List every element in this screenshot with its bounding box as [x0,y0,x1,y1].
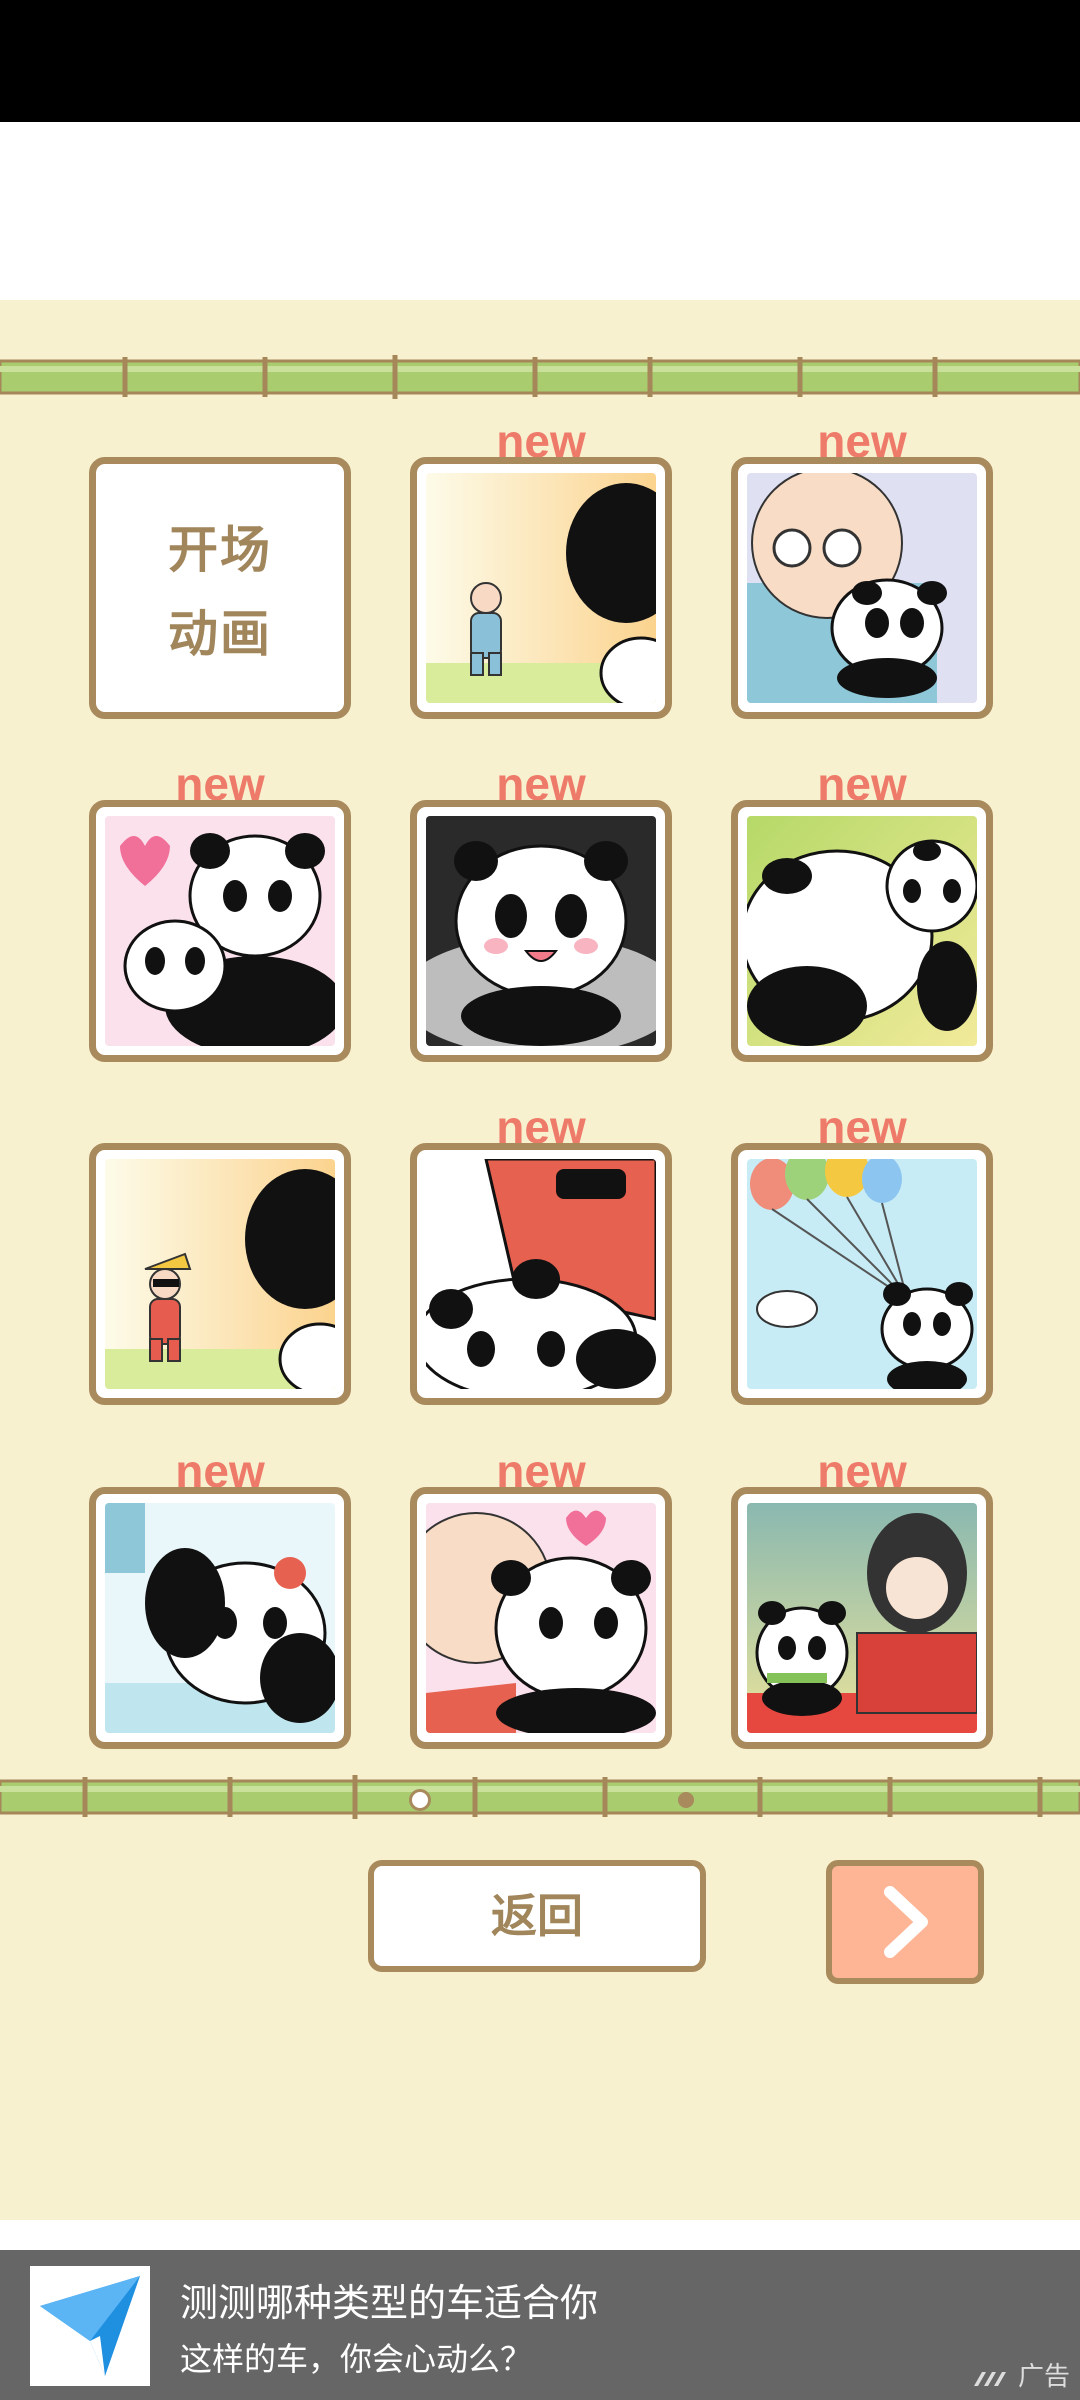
comic-panel-red-jacket-panda [426,1159,656,1389]
status-bar [0,0,1080,122]
next-page-button[interactable] [826,1860,984,1984]
gallery-tile-7[interactable] [89,1143,351,1405]
ad-banner[interactable]: 测测哪种类型的车适合你 这样的车，你会心动么？ 广告 [0,2250,1080,2400]
page-dot-1-active[interactable] [409,1789,431,1811]
intro-label-line2: 动画 [168,605,272,663]
gallery-tile-8[interactable] [410,1143,672,1405]
comic-panel-sunglasses-man-running [105,1159,335,1389]
intro-label-line1: 开场 [168,521,272,579]
comic-panel-crying-panda [105,1503,335,1733]
comic-panel-kiss-panda [426,1503,656,1733]
comic-panel-panda-hug-cub [105,816,335,1046]
gallery-tile-6[interactable] [731,800,993,1062]
gallery-tile-9[interactable] [731,1143,993,1405]
gallery-tile-12[interactable] [731,1487,993,1749]
comic-panel-pandas-on-grass [747,816,977,1046]
ad-source-icon [973,2371,1006,2386]
chevron-right-icon [884,1886,928,1958]
gallery-tile-11[interactable] [410,1487,672,1749]
ad-tag-label: 广告 [1017,2362,1070,2392]
ad-title: 测测哪种类型的车适合你 [180,2281,599,2325]
gallery-tile-3[interactable] [731,457,993,719]
gallery-tile-4[interactable] [89,800,351,1062]
gallery-tile-10[interactable] [89,1487,351,1749]
comic-panel-panda-in-pot [426,816,656,1046]
gallery-tile-intro[interactable]: 开场 动画 [89,457,351,719]
comic-panel-balloon-panda [747,1159,977,1389]
comic-panel-old-man-running [426,473,656,703]
comic-panel-kimono-girl-panda [747,1503,977,1733]
comic-panel-old-man-hug [747,473,977,703]
ad-tag: 广告 [972,2356,1070,2393]
gallery-tile-2[interactable] [410,457,672,719]
back-button[interactable]: 返回 [368,1860,706,1972]
bamboo-bottom-border [0,1775,1080,1819]
intro-label: 开场 动画 [96,508,344,676]
paper-plane-logo [30,2266,150,2386]
ad-top-spacer [0,2220,1080,2250]
page-dot-2[interactable] [678,1792,694,1808]
bamboo-top-border [0,355,1080,399]
ad-subtitle: 这样的车，你会心动么？ [180,2340,533,2378]
top-blank-area [0,122,1080,300]
gallery-tile-5[interactable] [410,800,672,1062]
